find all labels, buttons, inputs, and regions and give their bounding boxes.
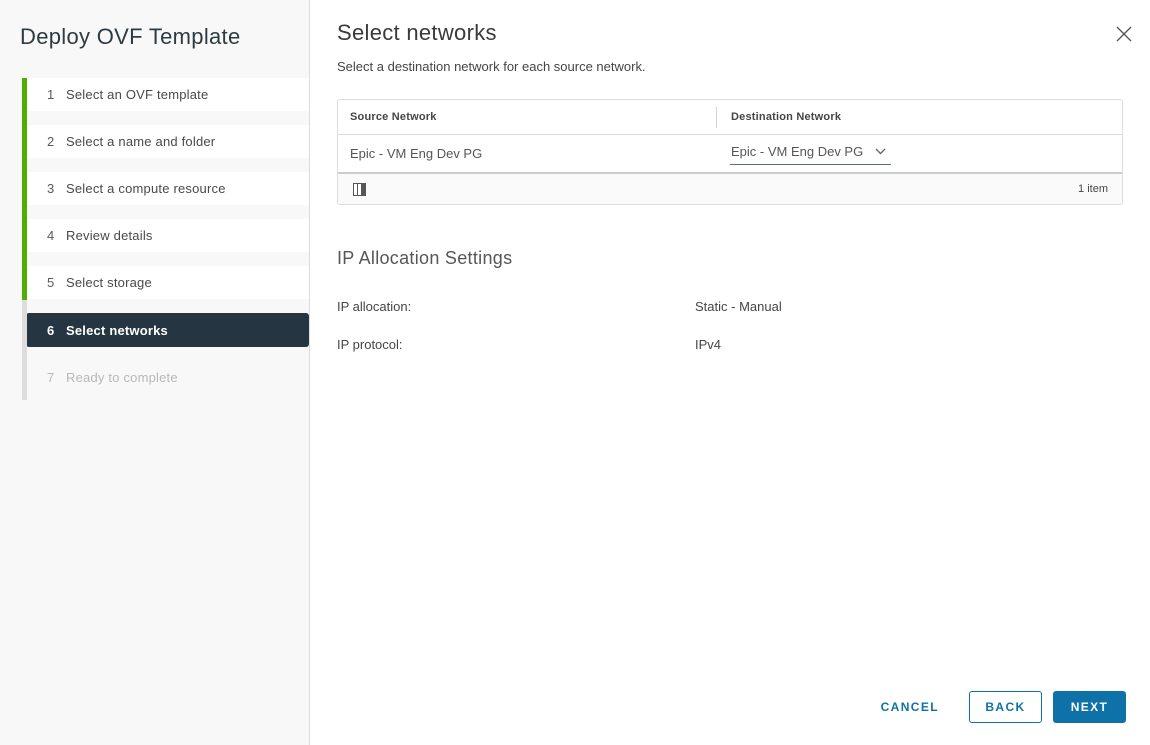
column-header-source-network: Source Network — [338, 111, 716, 123]
wizard-step-1[interactable]: 1 Select an OVF template — [26, 78, 309, 111]
wizard-sidebar: Deploy OVF Template 1 Select an OVF temp… — [0, 0, 310, 745]
step-number: 1 — [47, 87, 66, 102]
step-number: 6 — [47, 323, 66, 338]
step-number: 4 — [47, 228, 66, 243]
wizard-actions: CANCEL BACK NEXT — [871, 691, 1126, 723]
table-header-row: Source Network Destination Network — [338, 100, 1122, 135]
step-label: Select a name and folder — [66, 134, 215, 149]
step-label: Review details — [66, 228, 153, 243]
wizard-steps: 1 Select an OVF template 2 Select a name… — [0, 78, 309, 408]
ip-allocation-heading: IP Allocation Settings — [337, 248, 1150, 269]
step-number: 5 — [47, 275, 66, 290]
items-count: 1 item — [1078, 183, 1108, 195]
progress-bar-remaining — [22, 300, 27, 400]
wizard-step-7-disabled: 7 Ready to complete — [26, 361, 309, 394]
table-footer: 1 item — [338, 172, 1122, 204]
column-header-destination-network: Destination Network — [716, 107, 1122, 128]
ip-allocation-label: IP allocation: — [337, 299, 695, 314]
destination-network-select[interactable]: Epic - VM Eng Dev PG — [730, 142, 891, 165]
wizard-step-3[interactable]: 3 Select a compute resource — [26, 172, 309, 205]
step-label: Ready to complete — [66, 370, 178, 385]
chevron-down-icon — [875, 148, 886, 155]
next-button[interactable]: NEXT — [1053, 691, 1126, 723]
step-label: Select networks — [66, 323, 168, 338]
wizard-step-4[interactable]: 4 Review details — [26, 219, 309, 252]
wizard-content: Select networks Select a destination net… — [310, 0, 1150, 745]
step-number: 3 — [47, 181, 66, 196]
ip-allocation-row: IP allocation: Static - Manual — [337, 299, 1150, 314]
ip-protocol-label: IP protocol: — [337, 337, 695, 352]
destination-network-selected-value: Epic - VM Eng Dev PG — [731, 144, 863, 159]
close-icon[interactable] — [1115, 25, 1133, 43]
wizard-step-5[interactable]: 5 Select storage — [26, 266, 309, 299]
wizard-step-6-active[interactable]: 6 Select networks — [26, 313, 309, 347]
destination-network-cell: Epic - VM Eng Dev PG — [716, 142, 1122, 165]
column-picker-icon[interactable] — [353, 183, 366, 196]
wizard-title: Deploy OVF Template — [0, 0, 309, 50]
deploy-ovf-wizard: Deploy OVF Template 1 Select an OVF temp… — [0, 0, 1150, 745]
back-button[interactable]: BACK — [969, 691, 1042, 723]
step-number: 7 — [47, 370, 66, 385]
page-subtitle: Select a destination network for each so… — [337, 59, 1150, 74]
wizard-step-2[interactable]: 2 Select a name and folder — [26, 125, 309, 158]
network-mapping-table: Source Network Destination Network Epic … — [337, 99, 1123, 205]
step-label: Select a compute resource — [66, 181, 226, 196]
ip-allocation-value: Static - Manual — [695, 299, 782, 314]
ip-protocol-value: IPv4 — [695, 337, 721, 352]
step-label: Select storage — [66, 275, 152, 290]
step-number: 2 — [47, 134, 66, 149]
cancel-button[interactable]: CANCEL — [871, 691, 949, 723]
page-title: Select networks — [337, 20, 1150, 46]
ip-allocation-section: IP Allocation Settings IP allocation: St… — [337, 248, 1150, 352]
table-row: Epic - VM Eng Dev PG Epic - VM Eng Dev P… — [338, 135, 1122, 172]
ip-protocol-row: IP protocol: IPv4 — [337, 337, 1150, 352]
progress-bar-completed — [22, 78, 27, 300]
source-network-cell: Epic - VM Eng Dev PG — [338, 146, 716, 161]
step-label: Select an OVF template — [66, 87, 208, 102]
